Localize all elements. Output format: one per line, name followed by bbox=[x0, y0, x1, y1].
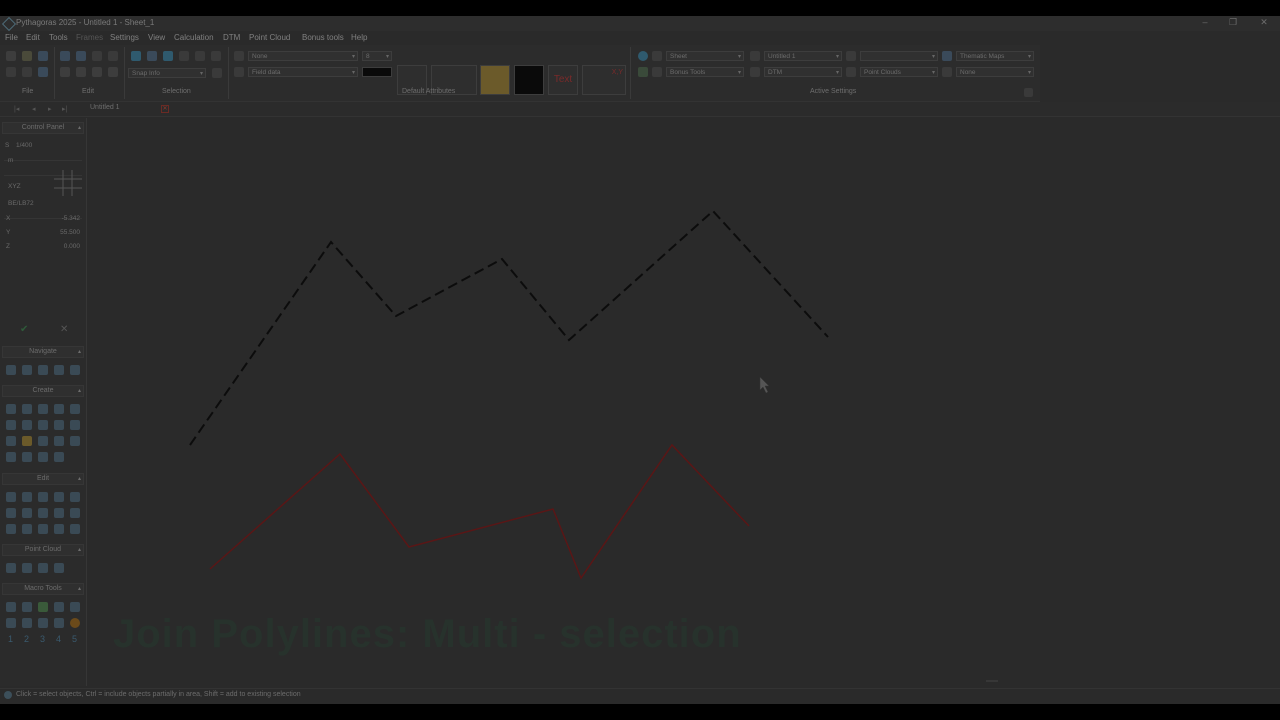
solid-polyline[interactable] bbox=[209, 443, 750, 580]
mouse-cursor-icon bbox=[759, 376, 770, 394]
video-overlay-title: Join Polylines: Multi - selection bbox=[113, 612, 742, 656]
dashed-polyline[interactable] bbox=[189, 209, 829, 446]
